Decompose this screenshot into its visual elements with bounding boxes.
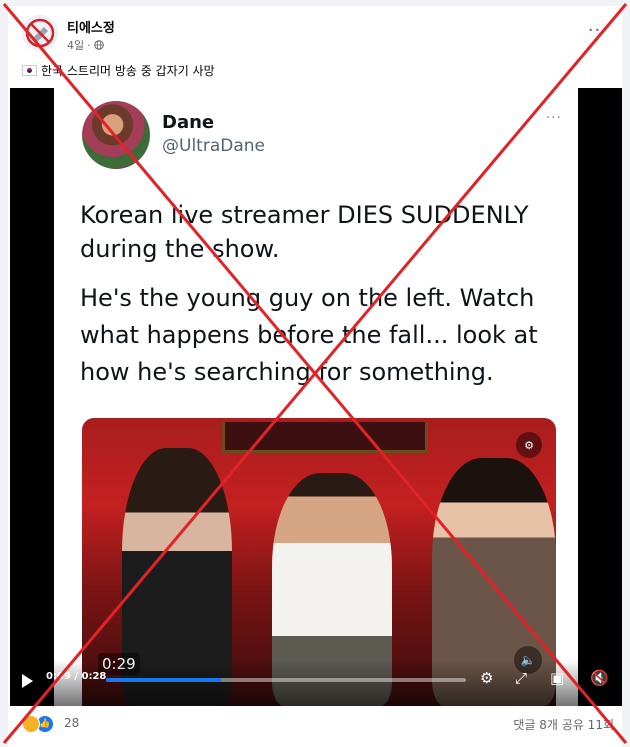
post-meta: 4일 · <box>67 37 104 53</box>
sad-reaction-icon <box>22 715 40 733</box>
video-time: 0:09 / 0:28 <box>46 671 107 682</box>
globe-icon <box>93 40 104 50</box>
volume-mute-icon[interactable]: 🔇 <box>590 669 609 687</box>
media-settings-icon: ⚙ <box>516 432 542 458</box>
reaction-count[interactable]: 28 <box>64 716 79 730</box>
author-name[interactable]: 티에스정 <box>67 17 115 36</box>
tweet-author-name: Dane <box>162 112 215 133</box>
settings-gear-icon[interactable]: ⚙ <box>480 669 493 687</box>
video-player[interactable]: Dane @UltraDane ··· Korean live streamer… <box>10 88 622 706</box>
post-time[interactable]: 4일 <box>67 37 84 53</box>
pip-icon[interactable]: ▣ <box>550 669 564 687</box>
wall-frame <box>222 422 428 453</box>
comment-share-stats[interactable]: 댓글 8개 공유 11회 <box>513 716 614 733</box>
tweet-text-body: He's the young guy on the left. Watch wh… <box>80 284 538 386</box>
avatar-image <box>22 15 58 51</box>
caption-text: 한국 스트리머 방송 중 갑자기 사망 <box>41 64 215 78</box>
post-card: 티에스정 4일 · ··· 한국 스트리머 방송 중 갑자기 사망 Dane @… <box>8 6 622 747</box>
more-options-icon[interactable]: ··· <box>588 22 608 40</box>
reactions[interactable]: 👍 <box>22 715 54 733</box>
author-avatar[interactable] <box>22 15 58 51</box>
tweet-screenshot: Dane @UltraDane ··· Korean live streamer… <box>54 88 578 706</box>
korea-flag-icon <box>22 65 37 76</box>
tweet-more-icon: ··· <box>545 110 562 126</box>
progress-bar[interactable] <box>106 678 466 682</box>
tweet-author-handle: @UltraDane <box>162 136 265 156</box>
video-controls: 0:09 / 0:28 ⚙ ⤢ ▣ 🔇 <box>10 660 622 706</box>
tweet-avatar <box>82 101 150 169</box>
fullscreen-icon[interactable]: ⤢ <box>515 669 527 687</box>
post-caption: 한국 스트리머 방송 중 갑자기 사망 <box>22 62 215 79</box>
tweet-text-headline: Korean live streamer DIES SUDDENLY durin… <box>80 201 529 263</box>
progress-fill <box>106 678 222 682</box>
play-icon[interactable] <box>22 674 33 688</box>
post-footer: 👍 28 댓글 8개 공유 11회 <box>22 712 614 736</box>
